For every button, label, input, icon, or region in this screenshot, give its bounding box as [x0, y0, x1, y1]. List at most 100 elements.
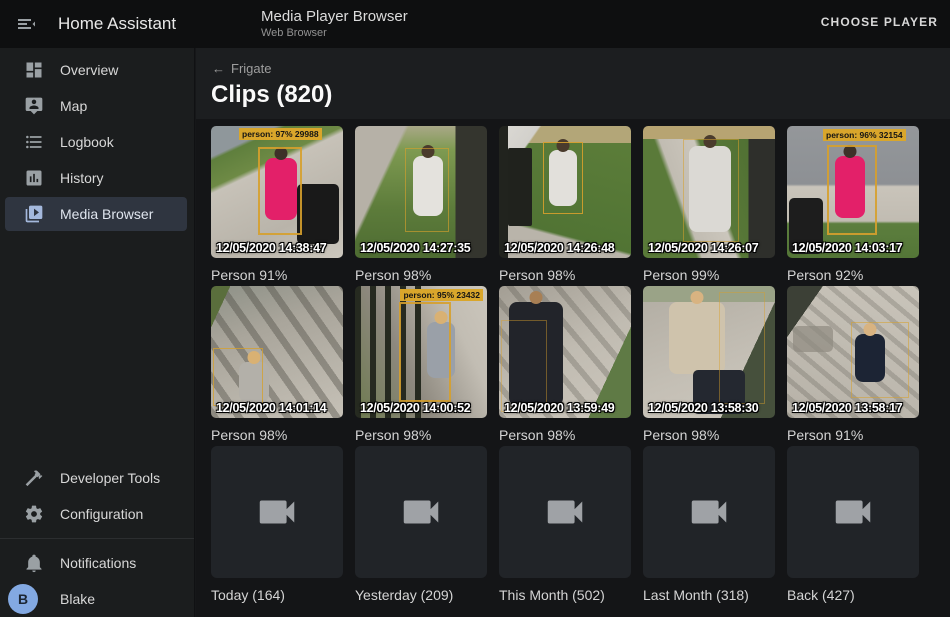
sidebar-item-label: Developer Tools [60, 470, 160, 486]
folder-thumbnail [355, 446, 487, 578]
folder-card-today[interactable]: Today (164) [211, 446, 343, 606]
clip-timestamp: 12/05/2020 14:03:17 [792, 241, 902, 255]
clip-label: Person 98% [643, 418, 775, 446]
clip-timestamp: 12/05/2020 14:27:35 [360, 241, 470, 255]
play-box-multiple-icon [24, 204, 44, 224]
clip-card[interactable]: 12/05/2020 13:59:49 Person 98% [499, 286, 631, 446]
clip-card[interactable]: 12/05/2020 14:27:35 Person 98% [355, 126, 487, 286]
gear-icon [24, 504, 44, 524]
video-camera-icon [686, 489, 732, 535]
choose-player-button[interactable]: CHOOSE PLAYER [821, 15, 938, 29]
sidebar-item-developer-tools[interactable]: Developer Tools [0, 460, 194, 496]
sidebar-item-label: Configuration [60, 506, 143, 522]
sidebar-item-profile[interactable]: B Blake [0, 581, 194, 617]
detection-bounding-box [399, 302, 451, 402]
sidebar-item-map[interactable]: Map [0, 88, 194, 124]
gate-prop [508, 148, 532, 226]
clip-thumbnail: 12/05/2020 14:27:35 [355, 126, 487, 258]
back-arrow-icon: ← [212, 61, 225, 76]
clip-card[interactable]: 12/05/2020 14:26:48 Person 98% [499, 126, 631, 286]
breadcrumb-label: Frigate [231, 61, 271, 76]
person-figure [669, 302, 725, 374]
folder-label: Back (427) [787, 578, 919, 606]
account-tooltip-icon [24, 96, 44, 116]
clip-card[interactable]: 12/05/2020 14:01:14 Person 98% [211, 286, 343, 446]
clip-label: Person 99% [643, 258, 775, 286]
clip-label: Person 91% [787, 418, 919, 446]
clip-label: Person 98% [211, 418, 343, 446]
clip-card[interactable]: 12/05/2020 13:58:17 Person 91% [787, 286, 919, 446]
app-bar: Home Assistant Media Player Browser Web … [0, 0, 950, 48]
sidebar-item-label: Overview [60, 62, 118, 78]
folder-thumbnail [643, 446, 775, 578]
folder-label: Today (164) [211, 578, 343, 606]
sidebar-item-notifications[interactable]: Notifications [0, 545, 194, 581]
clip-card[interactable]: 12/05/2020 13:58:30 Person 98% [643, 286, 775, 446]
folder-card-yesterday[interactable]: Yesterday (209) [355, 446, 487, 606]
list-bulleted-icon [24, 132, 44, 152]
sidebar-item-media-browser[interactable]: Media Browser [0, 196, 194, 232]
page-heading: Clips (820) [211, 81, 332, 109]
clip-thumbnail: 12/05/2020 14:01:14 [211, 286, 343, 418]
clip-timestamp: 12/05/2020 14:26:48 [504, 241, 614, 255]
clip-timestamp: 12/05/2020 13:59:49 [504, 401, 614, 415]
sidebar-item-overview[interactable]: Overview [0, 52, 194, 88]
page-title-block: Media Player Browser Web Browser [261, 7, 408, 40]
sidebar-toggle-icon[interactable] [14, 12, 38, 36]
sidebar-item-configuration[interactable]: Configuration [0, 496, 194, 532]
clip-label: Person 98% [499, 258, 631, 286]
sidebar: Overview Map Logbook History Media Brows… [0, 48, 195, 617]
clip-thumbnail: 12/05/2020 13:58:30 [643, 286, 775, 418]
clip-timestamp: 12/05/2020 14:01:14 [216, 401, 326, 415]
detection-bounding-box [501, 320, 547, 412]
detection-tag: person: 97% 29988 [239, 128, 322, 140]
sidebar-item-history[interactable]: History [0, 160, 194, 196]
clip-grid: person: 97% 29988 12/05/2020 14:38:47 Pe… [196, 119, 950, 606]
sidebar-item-label: Media Browser [60, 206, 153, 222]
sidebar-nav: Overview Map Logbook History Media Brows… [0, 52, 194, 232]
detection-bounding-box [405, 148, 449, 232]
folder-card-back[interactable]: Back (427) [787, 446, 919, 606]
clip-card[interactable]: person: 95% 23432 12/05/2020 14:00:52 Pe… [355, 286, 487, 446]
clip-label: Person 98% [355, 258, 487, 286]
sidebar-item-label: Notifications [60, 555, 136, 571]
content-header: ← Frigate Clips (820) [196, 48, 950, 119]
detection-bounding-box [719, 292, 765, 404]
hammer-icon [24, 468, 44, 488]
video-camera-icon [542, 489, 588, 535]
clip-card[interactable]: person: 96% 32154 12/05/2020 14:03:17 Pe… [787, 126, 919, 286]
clip-card[interactable]: 12/05/2020 14:26:07 Person 99% [643, 126, 775, 286]
stroller-prop [297, 184, 339, 244]
clip-thumbnail: 12/05/2020 13:58:17 [787, 286, 919, 418]
clip-timestamp: 12/05/2020 14:00:52 [360, 401, 470, 415]
clip-thumbnail: person: 97% 29988 12/05/2020 14:38:47 [211, 126, 343, 258]
sidebar-item-label: Map [60, 98, 87, 114]
bell-icon [24, 553, 44, 573]
folder-thumbnail [499, 446, 631, 578]
folder-card-this-month[interactable]: This Month (502) [499, 446, 631, 606]
folder-label: This Month (502) [499, 578, 631, 606]
detection-bounding-box [543, 142, 583, 214]
app-title: Home Assistant [58, 14, 176, 34]
sidebar-bottom: Developer Tools Configuration Notificati… [0, 460, 194, 617]
clip-card[interactable]: person: 97% 29988 12/05/2020 14:38:47 Pe… [211, 126, 343, 286]
clip-timestamp: 12/05/2020 14:26:07 [648, 241, 758, 255]
detection-tag: person: 95% 23432 [400, 289, 483, 301]
detection-tag: person: 96% 32154 [823, 129, 906, 141]
clip-thumbnail: 12/05/2020 13:59:49 [499, 286, 631, 418]
clip-thumbnail: 12/05/2020 14:26:07 [643, 126, 775, 258]
folder-card-last-month[interactable]: Last Month (318) [643, 446, 775, 606]
clip-label: Person 91% [211, 258, 343, 286]
clip-thumbnail: person: 96% 32154 12/05/2020 14:03:17 [787, 126, 919, 258]
media-grid-area: person: 97% 29988 12/05/2020 14:38:47 Pe… [196, 119, 950, 617]
sidebar-item-logbook[interactable]: Logbook [0, 124, 194, 160]
clip-label: Person 98% [499, 418, 631, 446]
clip-timestamp: 12/05/2020 13:58:30 [648, 401, 758, 415]
folder-thumbnail [211, 446, 343, 578]
folder-label: Last Month (318) [643, 578, 775, 606]
clip-timestamp: 12/05/2020 13:58:17 [792, 401, 902, 415]
clip-label: Person 92% [787, 258, 919, 286]
page-title: Media Player Browser [261, 7, 408, 26]
view-dashboard-icon [24, 60, 44, 80]
breadcrumb-back[interactable]: ← Frigate [212, 61, 271, 76]
